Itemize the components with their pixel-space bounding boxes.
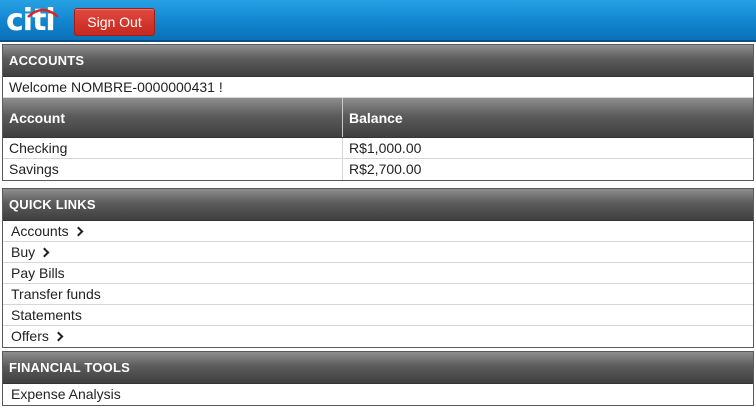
account-name: Savings bbox=[3, 159, 343, 180]
account-balance: R$1,000.00 bbox=[349, 140, 422, 156]
quick-link-label: Accounts bbox=[11, 223, 69, 239]
tool-link-label: Expense Analysis bbox=[11, 386, 121, 402]
quick-link-pay-bills[interactable]: Pay Bills bbox=[3, 263, 753, 284]
top-bar: citi Sign Out bbox=[0, 0, 756, 42]
quick-link-label: Buy bbox=[11, 244, 36, 260]
quick-link-buy[interactable]: Buy bbox=[3, 242, 753, 263]
quick-links-header: QUICK LINKS bbox=[3, 189, 753, 221]
column-header-account: Account bbox=[3, 98, 343, 137]
quick-link-label: Pay Bills bbox=[11, 265, 65, 281]
quick-link-statements[interactable]: Statements bbox=[3, 305, 753, 326]
accounts-header: ACCOUNTS bbox=[3, 45, 753, 77]
accounts-table-header: Account Balance bbox=[3, 98, 753, 138]
citi-logo[interactable]: citi bbox=[6, 3, 59, 39]
chevron-right-icon bbox=[73, 226, 84, 237]
account-balance: R$2,700.00 bbox=[349, 161, 422, 177]
account-name: Checking bbox=[3, 138, 343, 158]
sign-out-button[interactable]: Sign Out bbox=[74, 8, 155, 36]
column-header-balance: Balance bbox=[349, 110, 403, 126]
table-row[interactable]: Checking R$1,000.00 bbox=[3, 138, 753, 159]
quick-link-label: Transfer funds bbox=[11, 286, 101, 302]
financial-tools-header: FINANCIAL TOOLS bbox=[3, 352, 753, 384]
logo-arc-icon bbox=[27, 8, 59, 18]
chevron-right-icon bbox=[39, 247, 50, 258]
chevron-right-icon bbox=[53, 331, 64, 342]
quick-link-transfer-funds[interactable]: Transfer funds bbox=[3, 284, 753, 305]
quick-link-label: Statements bbox=[11, 307, 82, 323]
table-row[interactable]: Savings R$2,700.00 bbox=[3, 159, 753, 180]
quick-link-accounts[interactable]: Accounts bbox=[3, 221, 753, 242]
accounts-panel: ACCOUNTS Welcome NOMBRE-0000000431 ! Acc… bbox=[2, 44, 754, 181]
quick-link-offers[interactable]: Offers bbox=[3, 326, 753, 347]
accounts-table: Account Balance Checking R$1,000.00 Savi… bbox=[3, 98, 753, 180]
welcome-message: Welcome NOMBRE-0000000431 ! bbox=[3, 77, 753, 98]
tool-link-expense-analysis[interactable]: Expense Analysis bbox=[3, 384, 753, 405]
quick-links-panel: QUICK LINKS Accounts Buy Pay Bills Trans… bbox=[2, 188, 754, 348]
financial-tools-panel: FINANCIAL TOOLS Expense Analysis bbox=[2, 351, 754, 406]
quick-link-label: Offers bbox=[11, 328, 49, 344]
